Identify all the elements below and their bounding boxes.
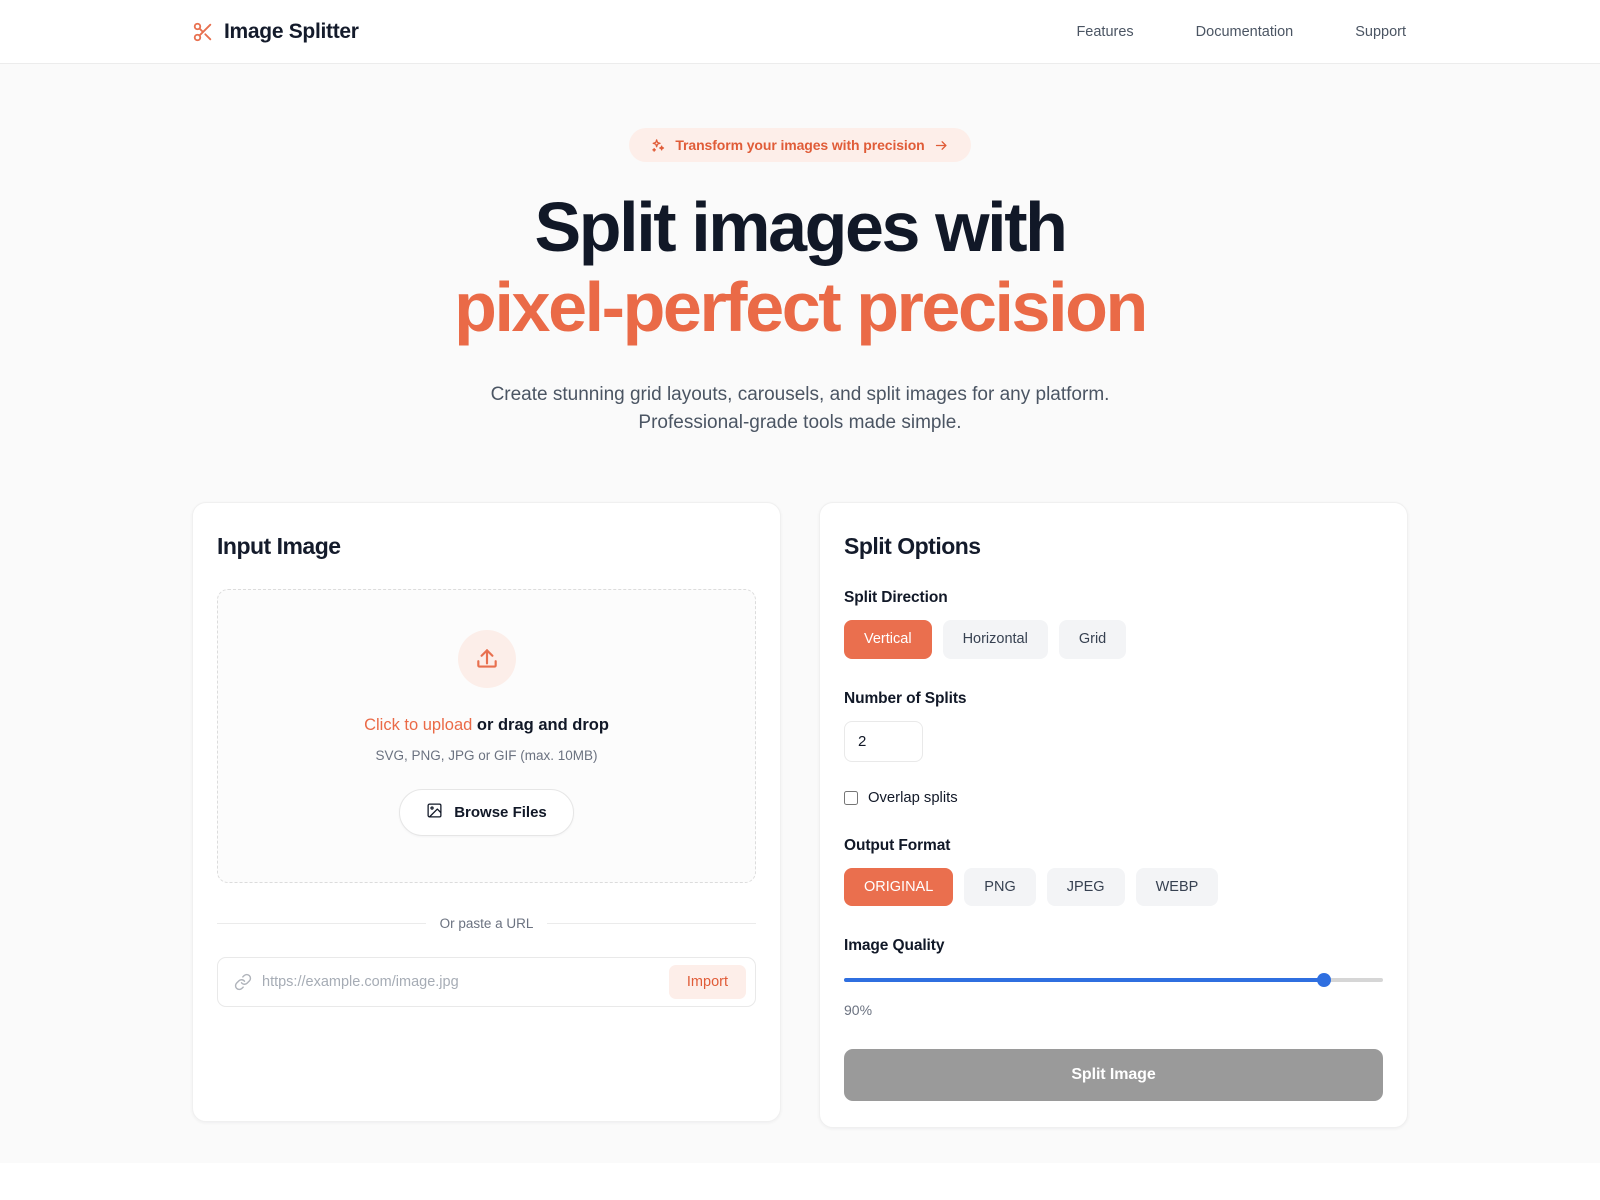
- split-direction-group: Split Direction Vertical Horizontal Grid: [844, 589, 1383, 659]
- output-format-original[interactable]: ORIGINAL: [844, 867, 954, 907]
- hero-badge-text: Transform your images with precision: [675, 137, 925, 153]
- nav-link-features[interactable]: Features: [1076, 24, 1133, 40]
- number-of-splits-label: Number of Splits: [844, 689, 967, 707]
- split-direction-vertical[interactable]: Vertical: [844, 620, 932, 659]
- image-icon: [426, 802, 443, 823]
- divider-label: Or paste a URL: [439, 916, 534, 932]
- browse-files-button[interactable]: Browse Files: [399, 789, 574, 837]
- upload-dropzone[interactable]: Click to upload or drag and drop SVG, PN…: [217, 589, 756, 884]
- subhead-line-2: Professional-grade tools made simple.: [638, 411, 962, 433]
- overlap-splits-row[interactable]: Overlap splits: [844, 790, 1383, 806]
- site-header: Image Splitter Features Documentation Su…: [0, 0, 1600, 64]
- image-quality-group: Image Quality 90%: [844, 937, 1383, 1018]
- overlap-splits-label[interactable]: Overlap splits: [868, 790, 958, 806]
- output-format-webp[interactable]: WEBP: [1135, 867, 1219, 907]
- output-format-png[interactable]: PNG: [964, 867, 1036, 907]
- hero-section: Transform your images with precision Spl…: [0, 64, 1600, 436]
- dropzone-formats-text: SVG, PNG, JPG or GIF (max. 10MB): [375, 748, 598, 764]
- output-format-jpeg[interactable]: JPEG: [1046, 867, 1125, 907]
- link-icon: [234, 973, 252, 991]
- hero-badge[interactable]: Transform your images with precision: [629, 128, 971, 162]
- scissors-icon: [192, 21, 214, 43]
- hero-subhead: Create stunning grid layouts, carousels,…: [0, 381, 1600, 436]
- number-of-splits-input[interactable]: [844, 720, 923, 762]
- nav-link-documentation[interactable]: Documentation: [1196, 24, 1294, 40]
- brand-name: Image Splitter: [224, 19, 359, 43]
- output-format-label: Output Format: [844, 836, 951, 854]
- page-root: Image Splitter Features Documentation Su…: [0, 0, 1600, 1163]
- options-card-title: Split Options: [844, 533, 981, 560]
- dropzone-primary-text: Click to upload or drag and drop: [238, 716, 735, 735]
- sparkles-icon: [651, 138, 666, 153]
- url-input-row: Import: [217, 957, 756, 1008]
- split-direction-label: Split Direction: [844, 589, 948, 607]
- headline-line-1: Split images with: [534, 188, 1068, 266]
- split-direction-options: Vertical Horizontal Grid: [844, 620, 1383, 659]
- hero-headline: Split images with pixel-perfect precisio…: [0, 192, 1600, 342]
- split-options-card: Split Options Split Direction Vertical H…: [819, 502, 1408, 1129]
- click-to-upload-link[interactable]: Click to upload: [364, 716, 472, 734]
- import-button[interactable]: Import: [668, 965, 746, 1000]
- output-format-group: Output Format ORIGINAL PNG JPEG WEBP: [844, 837, 1383, 907]
- browse-files-label: Browse Files: [454, 804, 547, 822]
- input-card-title: Input Image: [217, 533, 341, 560]
- brand[interactable]: Image Splitter: [192, 20, 359, 44]
- subhead-line-1: Create stunning grid layouts, carousels,…: [490, 384, 1110, 405]
- url-input[interactable]: [252, 966, 669, 999]
- main-nav: Features Documentation Support: [1076, 24, 1406, 40]
- image-quality-label: Image Quality: [844, 937, 945, 955]
- arrow-right-icon: [934, 138, 949, 153]
- headline-line-2: pixel-perfect precision: [454, 268, 1148, 346]
- input-image-card: Input Image Click to upload or drag and …: [192, 502, 781, 1123]
- split-direction-horizontal[interactable]: Horizontal: [942, 620, 1048, 659]
- image-quality-slider[interactable]: [844, 972, 1383, 989]
- overlap-splits-checkbox[interactable]: [844, 790, 858, 805]
- nav-link-support[interactable]: Support: [1355, 24, 1406, 40]
- panels-row: Input Image Click to upload or drag and …: [0, 436, 1600, 1129]
- drag-and-drop-text: or drag and drop: [472, 716, 609, 735]
- output-format-options: ORIGINAL PNG JPEG WEBP: [844, 867, 1383, 907]
- page-bottom-spacer: [0, 1128, 1600, 1163]
- upload-icon: [457, 630, 516, 689]
- split-direction-grid[interactable]: Grid: [1058, 620, 1127, 659]
- split-image-button[interactable]: Split Image: [844, 1049, 1383, 1102]
- or-paste-url-divider: Or paste a URL: [217, 916, 756, 931]
- number-of-splits-group: Number of Splits: [844, 690, 1383, 762]
- image-quality-value: 90%: [844, 1002, 873, 1019]
